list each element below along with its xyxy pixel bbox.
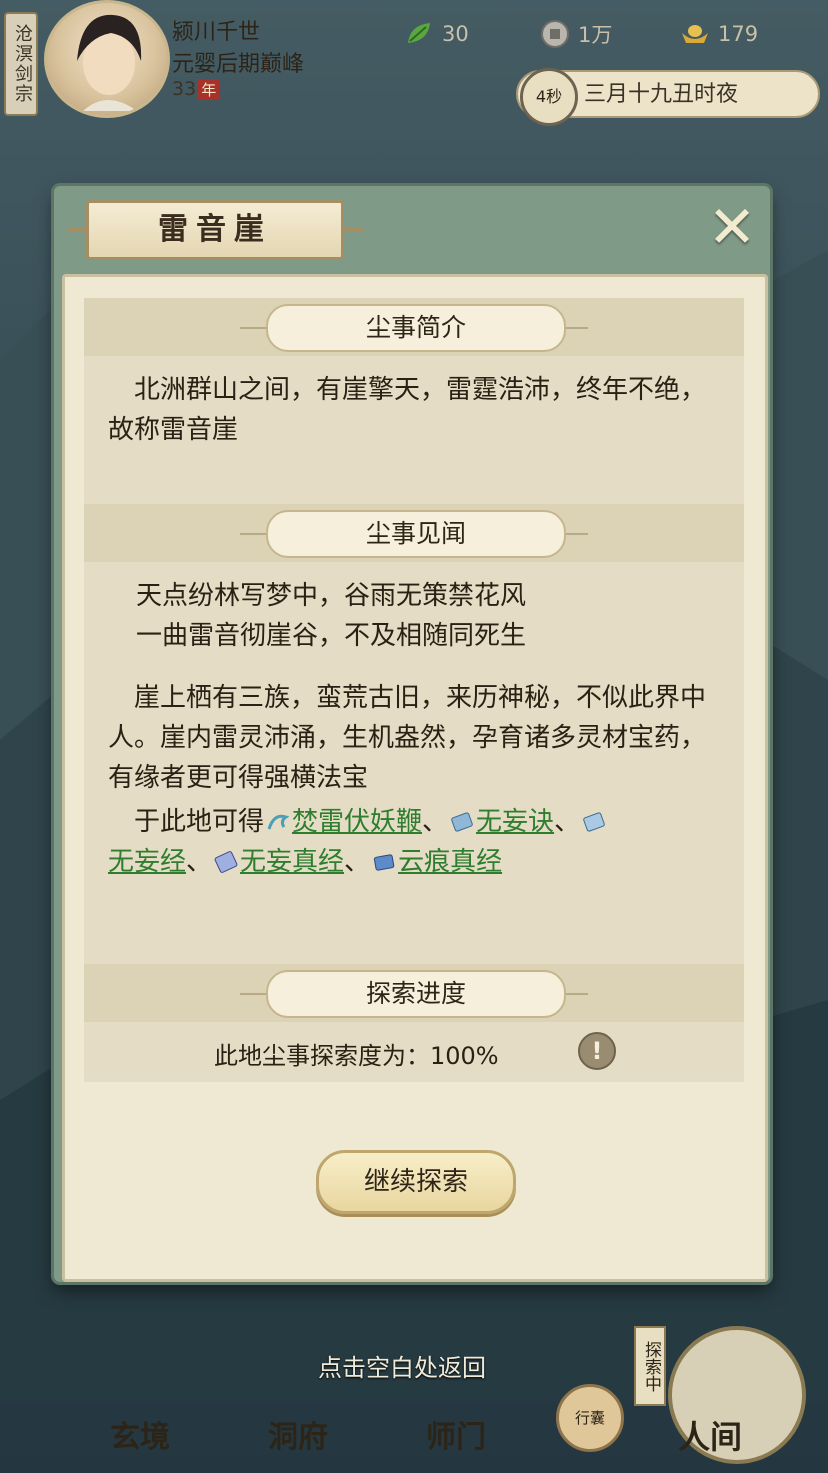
progress-section-header: 探索进度 [84, 964, 744, 1022]
loot-link-jue[interactable]: 无妄诀 [476, 807, 554, 837]
resource-jade[interactable]: 30 [404, 18, 469, 50]
close-icon: ✕ [707, 193, 757, 261]
loot-link-jing[interactable]: 无妄经 [108, 847, 186, 877]
loot-link-whip[interactable]: 焚雷伏妖鞭 [292, 807, 422, 837]
nav-xuanjing[interactable]: 玄境 [110, 1412, 170, 1456]
portrait-icon [77, 14, 142, 111]
resource-coin[interactable]: 1万 [540, 18, 612, 50]
resource-gold[interactable]: 179 [680, 18, 758, 50]
bag-button[interactable]: 行囊 [556, 1384, 624, 1452]
loot-separator: 、 [186, 847, 213, 877]
nav-dongfu[interactable]: 洞府 [268, 1412, 328, 1456]
loot-separator: 、 [344, 847, 371, 877]
intro-text: 北洲群山之间，有崖擎天，雷霆浩沛，终年不绝，故称雷音崖 [108, 375, 707, 445]
continue-explore-button[interactable]: 继续探索 [316, 1150, 516, 1214]
loot-prefix: 于此地可得 [134, 807, 265, 837]
resource-gold-value: 179 [718, 22, 759, 46]
game-date: 三月十九丑时夜 [584, 82, 739, 107]
exploring-tag: 探索中 [634, 1326, 666, 1406]
player-avatar[interactable] [44, 0, 170, 118]
player-name: 颍川千世 [172, 20, 261, 45]
progress-header-label: 探索进度 [266, 970, 566, 1018]
loot-link-yunhen[interactable]: 云痕真经 [398, 847, 502, 877]
loot-link-zhenjing[interactable]: 无妄真经 [240, 847, 344, 877]
jade-leaf-icon [408, 23, 430, 43]
tap-to-return-hint: 点击空白处返回 [318, 1354, 486, 1382]
intro-header-label: 尘事简介 [266, 304, 566, 352]
sect-tag[interactable]: 沧溟剑宗 [4, 12, 38, 116]
resource-jade-value: 30 [442, 22, 469, 46]
intro-section-header: 尘事简介 [84, 298, 744, 356]
lore-header-label: 尘事见闻 [266, 510, 566, 558]
coin-icon [541, 20, 569, 48]
loot-separator: 、 [554, 807, 581, 837]
gold-ingot-icon [682, 25, 708, 43]
close-button[interactable]: ✕ [704, 198, 760, 256]
resource-coin-value: 1万 [578, 23, 613, 47]
loot-list: 于此地可得 焚雷伏妖鞭、 无妄诀、 无妄经、 无妄真经、 云痕真经 [108, 802, 718, 882]
dialog-title: 雷音崖 [67, 200, 363, 260]
scroll-icon [583, 812, 605, 832]
nav-shimen[interactable]: 师门 [426, 1412, 486, 1456]
age-unit-badge: 年 [198, 79, 220, 100]
loot-separator: 、 [422, 807, 449, 837]
player-realm: 元婴后期巅峰 [172, 52, 305, 77]
poem-line-2: 一曲雷音彻崖谷，不及相随同死生 [136, 621, 527, 651]
scroll-icon [451, 812, 473, 832]
progress-text: 此地尘事探索度为：100% [214, 1042, 499, 1070]
book-icon [373, 854, 395, 871]
nav-renjian[interactable]: 人间 [678, 1412, 742, 1458]
player-age: 33 年 [172, 78, 220, 100]
lore-text: 崖上栖有三族，蛮荒古旧，来历神秘，不似此界中人。崖内雷灵沛涌，生机盎然，孕育诸多… [108, 683, 707, 793]
info-icon[interactable]: ! [578, 1032, 616, 1070]
poem-line-1: 天点纷林写梦中，谷雨无策禁花风 [136, 581, 527, 611]
age-value: 33 [172, 78, 197, 100]
book-icon [214, 851, 238, 873]
time-countdown: 4秒 [520, 68, 578, 126]
top-hud: 沧溟剑宗 颍川千世 元婴后期巅峰 33 年 30 1万 179 4秒 三月十九丑时… [0, 0, 828, 126]
whip-icon [267, 814, 290, 830]
lore-section-header: 尘事见闻 [84, 504, 744, 562]
